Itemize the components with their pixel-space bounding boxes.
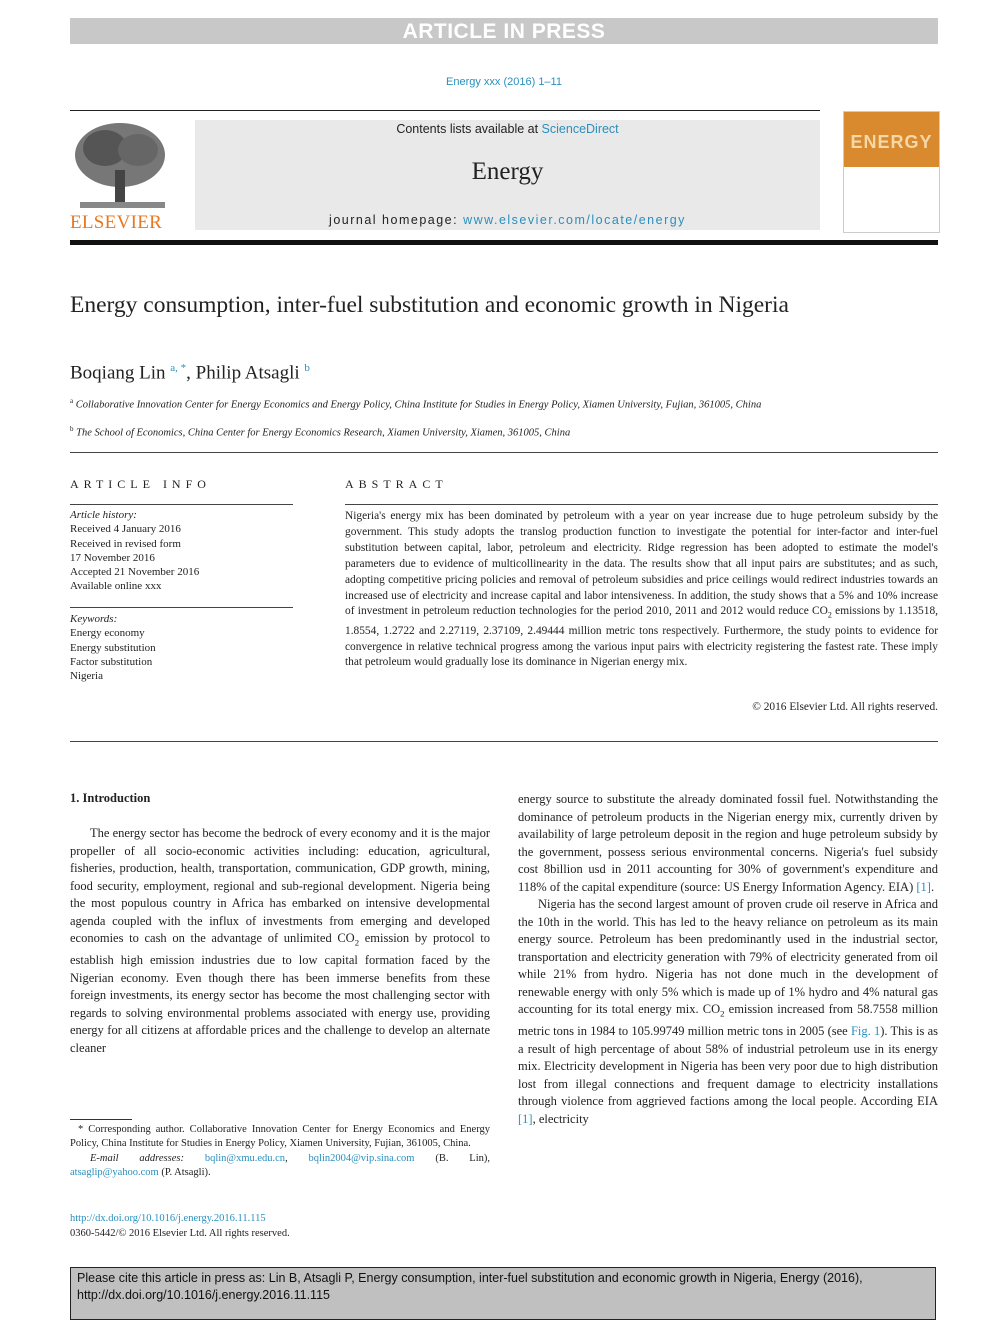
keyword: Energy economy [70, 627, 145, 640]
affiliation-mark: b [70, 425, 74, 433]
text-part: The energy sector has become the bedrock… [70, 826, 490, 945]
journal-reference-link[interactable]: Energy xxx (2016) 1–11 [0, 76, 992, 88]
keyword: Energy substitution [70, 641, 156, 654]
homepage-link[interactable]: www.elsevier.com/locate/energy [463, 213, 686, 227]
author-list: Boqiang Lin a, *, Philip Atsagli b [70, 362, 310, 384]
text-part: emission by protocol to establish high e… [70, 931, 490, 1055]
corresponding-author-note: * Corresponding author. Collaborative In… [70, 1124, 490, 1150]
abstract-text: Nigeria's energy mix has been dominated … [345, 509, 938, 671]
text-part: Nigeria has the second largest amount of… [518, 897, 938, 1016]
header-divider [70, 240, 938, 245]
reference-link[interactable]: [1] [518, 1112, 533, 1126]
keywords-label: Keywords: [70, 613, 118, 625]
abstract-heading: ABSTRACT [345, 477, 448, 491]
history-item: Received 4 January 2016 [70, 523, 181, 536]
journal-header-box: Contents lists available at ScienceDirec… [195, 120, 820, 230]
divider [345, 504, 938, 505]
text-part: energy source to substitute the already … [518, 792, 938, 894]
author-separator: , [186, 362, 196, 384]
article-title: Energy consumption, inter-fuel substitut… [70, 292, 789, 318]
history-item: 17 November 2016 [70, 551, 155, 564]
divider [70, 741, 938, 742]
author-affiliation-mark[interactable]: b [304, 362, 310, 374]
homepage-line: journal homepage: www.elsevier.com/locat… [195, 213, 820, 227]
text-part: , electricity [532, 1111, 589, 1126]
article-in-press-banner: ARTICLE IN PRESS [70, 18, 938, 44]
divider [70, 504, 293, 505]
doi-block: http://dx.doi.org/10.1016/j.energy.2016.… [70, 1211, 290, 1241]
citation-box: Please cite this article in press as: Li… [70, 1267, 936, 1320]
text-part: . [930, 879, 935, 894]
paragraph: Nigeria has the second largest amount of… [518, 896, 938, 1128]
divider [70, 607, 293, 608]
keywords: Keywords: Energy economy Energy substitu… [70, 612, 295, 683]
paragraph: The energy sector has become the bedrock… [70, 825, 490, 1057]
divider [70, 110, 820, 111]
doi-link[interactable]: http://dx.doi.org/10.1016/j.energy.2016.… [70, 1213, 266, 1224]
cover-title: ENERGY [850, 132, 933, 152]
email-addresses: E-mail addresses: bqlin@xmu.edu.cn, bqli… [70, 1152, 490, 1181]
reference-link[interactable]: [1] [916, 880, 931, 894]
affiliation: b The School of Economics, China Center … [70, 422, 830, 441]
homepage-prefix: journal homepage: [329, 213, 464, 227]
author-name: Boqiang Lin [70, 362, 166, 384]
figure-link[interactable]: Fig. 1 [851, 1024, 880, 1038]
email-owner: (B. Lin), [414, 1152, 491, 1164]
footnote: * Corresponding author. Collaborative In… [70, 1123, 490, 1180]
abstract-copyright: © 2016 Elsevier Ltd. All rights reserved… [752, 701, 938, 713]
history-item: Received in revised form [70, 537, 181, 550]
issn-copyright: 0360-5442/© 2016 Elsevier Ltd. All right… [70, 1228, 290, 1239]
article-history: Article history: Received 4 January 2016… [70, 508, 295, 594]
email-owner: (P. Atsagli). [158, 1166, 211, 1178]
paragraph: energy source to substitute the already … [518, 791, 938, 896]
abstract-part: Nigeria's energy mix has been dominated … [345, 510, 938, 618]
affiliation-mark: a [70, 397, 74, 405]
article-info-heading: ARTICLE INFO [70, 477, 211, 491]
keyword: Factor substitution [70, 655, 153, 668]
keyword: Nigeria [70, 670, 103, 683]
history-item: Available online xxx [70, 580, 162, 593]
email-link[interactable]: bqlin2004@vip.sina.com [309, 1153, 415, 1164]
elsevier-wordmark: ELSEVIER [70, 212, 163, 233]
history-item: Accepted 21 November 2016 [70, 566, 200, 579]
divider [70, 452, 938, 453]
contents-line: Contents lists available at ScienceDirec… [195, 122, 820, 136]
email-link[interactable]: bqlin@xmu.edu.cn [205, 1153, 285, 1164]
history-label: Article history: [70, 509, 137, 521]
email-label: E-mail addresses: [90, 1152, 205, 1164]
contents-prefix: Contents lists available at [396, 122, 542, 136]
affiliation: a Collaborative Innovation Center for En… [70, 394, 830, 413]
affiliation-text: Collaborative Innovation Center for Ener… [75, 399, 762, 411]
sciencedirect-link[interactable]: ScienceDirect [542, 122, 619, 136]
journal-name: Energy [471, 158, 544, 185]
body-column-right: energy source to substitute the already … [518, 791, 938, 1128]
author-affiliation-mark[interactable]: a, * [170, 362, 186, 374]
email-link[interactable]: atsaglip@yahoo.com [70, 1167, 159, 1178]
footnote-divider [70, 1119, 132, 1120]
separator: , [285, 1152, 309, 1164]
body-column-left: The energy sector has become the bedrock… [70, 825, 490, 1057]
journal-cover-thumbnail[interactable]: ENERGY [843, 111, 940, 233]
section-heading: 1. Introduction [70, 791, 151, 805]
author-name: Philip Atsagli [195, 362, 300, 384]
affiliation-text: The School of Economics, China Center fo… [76, 427, 571, 439]
